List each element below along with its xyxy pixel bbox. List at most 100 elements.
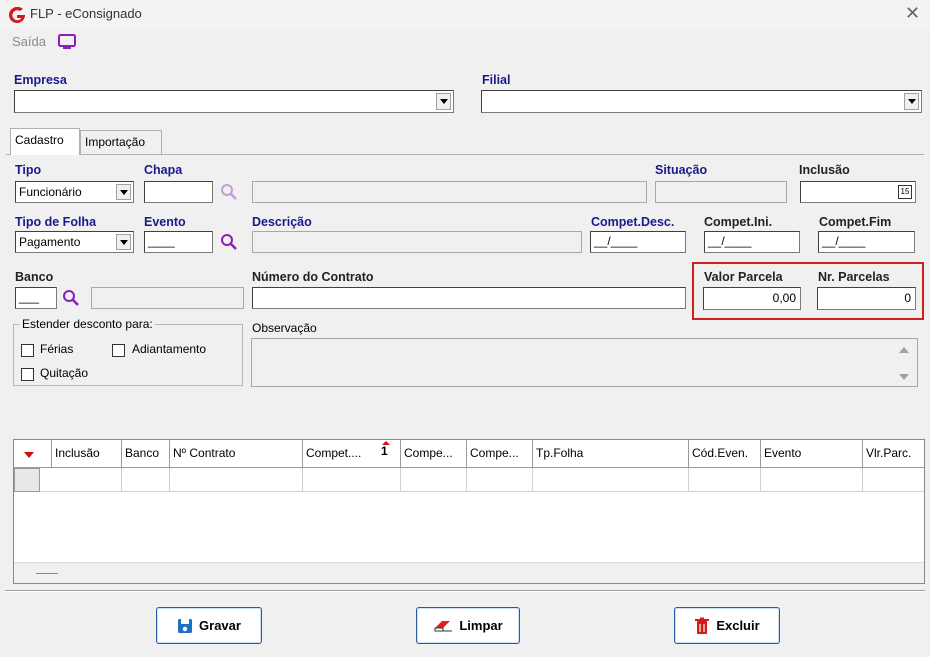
chevron-down-icon[interactable] [116, 184, 131, 200]
grid-cell[interactable] [401, 468, 467, 492]
col-banco[interactable]: Banco [122, 440, 170, 468]
excluir-label: Excluir [716, 618, 760, 633]
filial-label: Filial [482, 73, 511, 87]
chevron-down-icon[interactable] [436, 93, 451, 110]
grid-cell[interactable] [40, 468, 122, 492]
col-compet-ini[interactable]: Compe... [401, 440, 467, 468]
grid-cell[interactable] [761, 468, 863, 492]
grid-header: Inclusão Banco Nº Contrato Compet.... 1 … [14, 440, 924, 468]
numero-contrato-label: Número do Contrato [252, 270, 374, 284]
tab-divider [6, 154, 924, 155]
menu-saida[interactable]: Saída [12, 34, 46, 49]
valor-parcela-input[interactable]: 0,00 [703, 287, 801, 310]
ferias-checkbox[interactable] [21, 344, 34, 357]
col-cod-evento[interactable]: Cód.Even. [689, 440, 761, 468]
window-title: FLP - eConsignado [30, 6, 142, 21]
limpar-button[interactable]: Limpar [416, 607, 520, 644]
observacao-textarea[interactable] [251, 338, 918, 387]
col-compet-desc[interactable]: Compet.... 1 [303, 440, 401, 468]
chapa-nome-field [252, 181, 647, 203]
grid-cell[interactable] [122, 468, 170, 492]
footer-separator [5, 590, 925, 592]
banco-nome-field [91, 287, 244, 309]
chapa-input[interactable] [144, 181, 213, 203]
gravar-button[interactable]: Gravar [156, 607, 262, 644]
compet-desc-input[interactable]: __/____ [590, 231, 686, 253]
nr-parcelas-value: 0 [904, 291, 911, 305]
quitacao-checkbox[interactable] [21, 368, 34, 381]
col-compet-fim[interactable]: Compe... [467, 440, 533, 468]
row-selector[interactable] [14, 468, 40, 492]
tipo-value: Funcionário [19, 185, 82, 199]
quitacao-label: Quitação [40, 366, 89, 380]
inclusao-label: Inclusão [799, 163, 850, 177]
scroll-up-icon[interactable] [899, 347, 909, 353]
monitor-icon[interactable] [57, 33, 77, 51]
scroll-down-icon[interactable] [899, 374, 909, 380]
tipo-label: Tipo [15, 163, 42, 177]
tab-cadastro[interactable]: Cadastro [10, 128, 80, 155]
tipo-folha-value: Pagamento [19, 235, 81, 249]
inclusao-date-input[interactable]: 15 [800, 181, 916, 203]
tab-importacao[interactable]: Importação [80, 130, 162, 154]
ferias-label: Férias [40, 342, 74, 356]
tipo-select[interactable]: Funcionário [15, 181, 134, 203]
search-icon[interactable] [62, 289, 80, 307]
calendar-icon[interactable]: 15 [898, 185, 912, 199]
chevron-down-icon[interactable] [904, 93, 919, 110]
grid-cell[interactable] [303, 468, 401, 492]
descricao-label: Descrição [252, 215, 312, 229]
compet-desc-label: Compet.Desc. [591, 215, 675, 229]
excluir-button[interactable]: Excluir [674, 607, 780, 644]
grid-footer [14, 562, 924, 583]
grid-cell[interactable] [533, 468, 689, 492]
col-compet-desc-label: Compet.... [306, 446, 362, 460]
compet-desc-value: __/____ [594, 234, 638, 248]
adiantamento-checkbox[interactable] [112, 344, 125, 357]
grid-cell[interactable] [689, 468, 761, 492]
data-grid[interactable]: Inclusão Banco Nº Contrato Compet.... 1 … [13, 439, 925, 584]
evento-input[interactable]: ____ [144, 231, 213, 253]
evento-label: Evento [144, 215, 186, 229]
grid-cell[interactable] [863, 468, 924, 492]
col-tp-folha[interactable]: Tp.Folha [533, 440, 689, 468]
banco-input[interactable]: ___ [15, 287, 57, 309]
grid-cell[interactable] [467, 468, 533, 492]
numero-contrato-input[interactable] [252, 287, 686, 309]
filial-select[interactable] [481, 90, 922, 113]
chevron-down-icon[interactable] [116, 234, 131, 250]
compet-fim-value: __/____ [822, 234, 866, 248]
col-nr-contrato[interactable]: Nº Contrato [170, 440, 303, 468]
col-evento[interactable]: Evento [761, 440, 863, 468]
col-inclusao[interactable]: Inclusão [52, 440, 122, 468]
compet-ini-value: __/____ [708, 234, 752, 248]
compet-ini-label: Compet.Ini. [704, 215, 773, 229]
caret-down-icon[interactable] [24, 452, 34, 458]
compet-ini-input[interactable]: __/____ [704, 231, 800, 253]
app-logo-icon [9, 6, 25, 23]
grid-cell[interactable] [170, 468, 303, 492]
empresa-select[interactable] [14, 90, 454, 113]
gravar-label: Gravar [199, 618, 241, 633]
estender-desconto-title: Estender desconto para: [20, 317, 155, 331]
tipo-folha-select[interactable]: Pagamento [15, 231, 134, 253]
banco-label: Banco [15, 270, 54, 284]
grid-footer-dash [36, 573, 58, 574]
observacao-label: Observação [252, 321, 317, 335]
search-icon[interactable] [220, 183, 238, 201]
eraser-icon [434, 620, 453, 631]
tipo-folha-label: Tipo de Folha [15, 215, 97, 229]
compet-fim-input[interactable]: __/____ [818, 231, 915, 253]
nr-parcelas-input[interactable]: 0 [817, 287, 916, 310]
limpar-label: Limpar [459, 618, 503, 633]
col-vlr-parc[interactable]: Vlr.Parc. [863, 440, 924, 468]
grid-menu-cell[interactable] [14, 440, 52, 468]
adiantamento-label: Adiantamento [132, 342, 207, 356]
search-icon[interactable] [220, 233, 238, 251]
valor-parcela-label: Valor Parcela [704, 270, 783, 284]
close-icon[interactable]: ✕ [905, 3, 920, 24]
chapa-label: Chapa [144, 163, 183, 177]
save-icon [178, 618, 193, 633]
sort-indicator-icon: 1 [381, 444, 388, 458]
descricao-field [252, 231, 582, 253]
